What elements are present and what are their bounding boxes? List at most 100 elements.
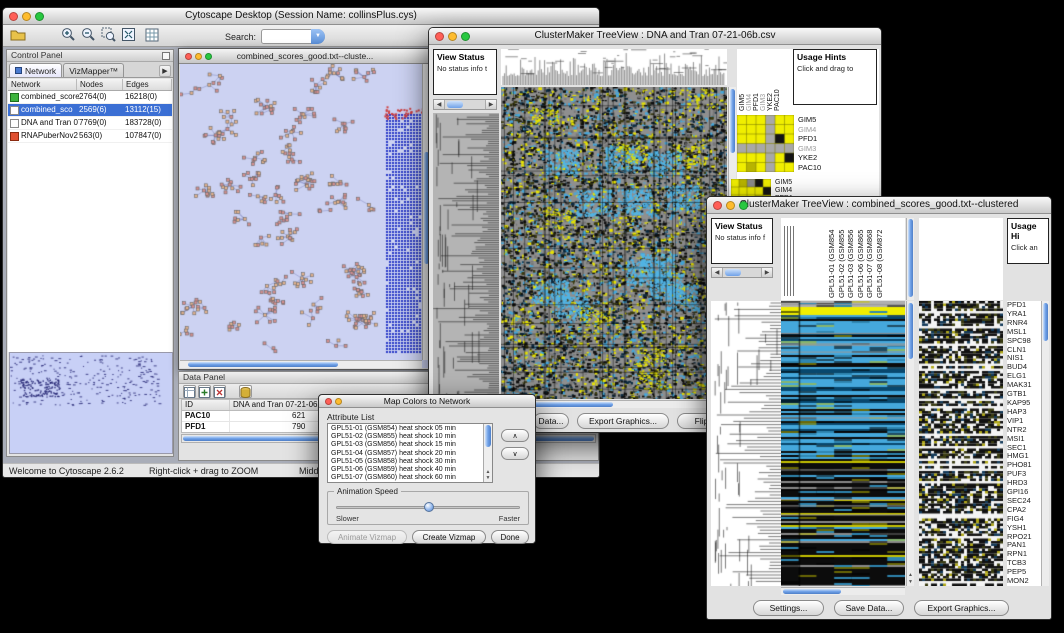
matrix-column-label[interactable]: PAC10	[774, 49, 781, 111]
slider-thumb[interactable]	[424, 502, 434, 512]
matrix-column-label[interactable]: YKE2	[767, 49, 774, 111]
animation-speed-slider[interactable]	[336, 501, 520, 513]
zoom-fit-button[interactable]	[119, 27, 137, 45]
column-network[interactable]: Network	[8, 79, 77, 90]
zoom-window-button[interactable]	[35, 12, 44, 21]
zoom-window-button[interactable]	[461, 32, 470, 41]
birdseye-view-canvas[interactable]	[9, 352, 173, 454]
scrollbar-thumb[interactable]	[908, 303, 913, 359]
minimize-button[interactable]	[726, 201, 735, 210]
zoom-in-button[interactable]	[59, 27, 77, 45]
minimize-button[interactable]	[448, 32, 457, 41]
array-column-label[interactable]: GPL51-06 (GSM865	[856, 220, 866, 298]
network-list-row[interactable]: combined_sco 2569(6) 13112(15)	[8, 104, 172, 117]
matrix-column-label[interactable]: GIM4	[746, 49, 753, 111]
minimize-button[interactable]	[335, 398, 342, 405]
scrollbar-thumb[interactable]	[730, 89, 735, 153]
matrix-row-label[interactable]: GIM4	[798, 125, 821, 135]
nav-track[interactable]	[723, 268, 761, 277]
nav-left-icon[interactable]: ◀	[712, 268, 723, 277]
select-attributes-button[interactable]	[183, 385, 196, 398]
attribute-function-button[interactable]	[239, 385, 252, 398]
column-nodes[interactable]: Nodes	[77, 79, 123, 90]
scrollbar-thumb[interactable]	[908, 219, 913, 297]
move-down-button[interactable]: ∨	[501, 447, 529, 460]
attribute-list-item[interactable]: GPL51-03 (GSM856) heat shock 15 min	[329, 441, 482, 449]
scroll-up-icon[interactable]: ▲	[907, 572, 914, 578]
matrix-column-label[interactable]: GIM5	[739, 49, 746, 111]
attribute-list-item[interactable]: GPL51-06 (GSM859) heat shock 40 min	[329, 466, 482, 474]
attribute-list-item[interactable]: GPL51-07 (GSM860) heat shock 60 min	[329, 474, 482, 481]
scrollbar-thumb[interactable]	[783, 589, 841, 594]
new-attribute-button[interactable]	[198, 385, 211, 398]
network-window-titlebar[interactable]: combined_scores_good.txt--cluste...	[179, 49, 431, 64]
nav-thumb[interactable]	[725, 269, 741, 276]
open-session-button[interactable]	[9, 27, 27, 45]
nav-left-icon[interactable]: ◀	[434, 100, 445, 109]
attribute-list-item[interactable]: GPL51-04 (GSM857) heat shock 20 min	[329, 450, 482, 458]
search-dropdown-icon[interactable]: ▼	[311, 29, 325, 44]
matrix-column-label[interactable]: PFD1	[753, 49, 760, 111]
nav-thumb[interactable]	[447, 101, 463, 108]
close-button[interactable]	[435, 32, 444, 41]
array-column-label[interactable]: GPL51-07 (GSM868	[865, 220, 875, 298]
zoom-window-button[interactable]	[739, 201, 748, 210]
close-button[interactable]	[185, 53, 192, 60]
matrix-column-label[interactable]: GIM3	[760, 49, 767, 111]
matrix-row-label[interactable]: PFD1	[798, 134, 821, 144]
scrollbar-thumb[interactable]	[485, 425, 491, 447]
search-input[interactable]: ▼	[261, 29, 325, 44]
gene-list-scrollbar[interactable]	[1041, 301, 1049, 586]
zoom-nav-control[interactable]: ◀ ▶	[433, 99, 497, 110]
scrollbar-thumb[interactable]	[1043, 303, 1048, 341]
network-canvas[interactable]	[180, 64, 424, 361]
heatmap-canvas[interactable]	[781, 301, 905, 586]
label-panel-scrollbar[interactable]	[906, 218, 914, 300]
scrollbar-thumb[interactable]	[188, 362, 338, 367]
delete-attribute-button[interactable]	[213, 385, 226, 398]
matrix-row-label[interactable]: YKE2	[798, 153, 821, 163]
network-list-row[interactable]: RNAPuberNov2 563(0) 107847(0)	[8, 130, 172, 143]
main-titlebar[interactable]: Cytoscape Desktop (Session Name: collins…	[3, 8, 599, 25]
zoom-out-button[interactable]	[79, 27, 97, 45]
matrix-row-label[interactable]: GIM5	[775, 179, 797, 187]
tab-network[interactable]: Network	[9, 63, 62, 77]
array-column-label[interactable]: GPL51-01 (GSM854	[827, 220, 837, 298]
export-graphics-button[interactable]: Export Graphics...	[577, 413, 669, 429]
nav-right-icon[interactable]: ▶	[485, 100, 496, 109]
array-column-label[interactable]: GPL51-03 (GSM856	[846, 220, 856, 298]
done-button[interactable]: Done	[491, 530, 529, 544]
matrix-row-label[interactable]: GIM3	[798, 144, 821, 154]
heatmap-horizontal-scrollbar[interactable]	[781, 587, 905, 595]
column-edges[interactable]: Edges	[123, 79, 172, 90]
save-data-button[interactable]: Data...	[533, 413, 569, 429]
row-dendrogram-canvas[interactable]	[433, 113, 499, 409]
secondary-heatmap-canvas[interactable]	[919, 301, 1003, 586]
array-column-label[interactable]: GPL51-02 (GSM855	[837, 220, 847, 298]
heatmap-vertical-scrollbar[interactable]: ▲ ▼	[906, 301, 914, 586]
close-button[interactable]	[325, 398, 332, 405]
close-button[interactable]	[9, 12, 18, 21]
attribute-list-scrollbar[interactable]: ▲ ▼	[483, 424, 492, 482]
minimize-button[interactable]	[22, 12, 31, 21]
attribute-list-item[interactable]: GPL51-01 (GSM854) heat shock 05 min	[329, 425, 482, 433]
column-dendrogram-canvas[interactable]	[501, 49, 727, 85]
zoom-selected-button[interactable]	[99, 27, 117, 45]
zoom-window-button[interactable]	[205, 53, 212, 60]
zoom-nav-control[interactable]: ◀ ▶	[711, 267, 773, 278]
network-list-row[interactable]: combined_scores 2764(0) 16218(0)	[8, 91, 172, 104]
column-id[interactable]: ID	[182, 400, 230, 410]
tab-vizmapper[interactable]: VizMapper™	[63, 63, 124, 77]
matrix-row-label[interactable]: GIM4	[775, 187, 797, 195]
create-vizmap-button[interactable]: Create Vizmap	[412, 530, 486, 544]
scroll-down-icon[interactable]: ▼	[907, 579, 914, 585]
close-button[interactable]	[713, 201, 722, 210]
array-column-label[interactable]: GPL51-08 (GSM872	[875, 220, 885, 298]
row-dendrogram-canvas[interactable]	[711, 301, 781, 586]
animate-vizmap-button[interactable]: Animate Vizmap	[327, 530, 407, 544]
treeview-combined-titlebar[interactable]: ClusterMaker TreeView : combined_scores_…	[707, 197, 1051, 214]
network-list-row[interactable]: DNA and Tran 07 7769(0) 183728(0)	[8, 117, 172, 130]
network-horizontal-scrollbar[interactable]	[180, 360, 422, 368]
dialog-titlebar[interactable]: Map Colors to Network	[319, 395, 535, 408]
gene-label[interactable]: MON2	[1007, 577, 1041, 586]
